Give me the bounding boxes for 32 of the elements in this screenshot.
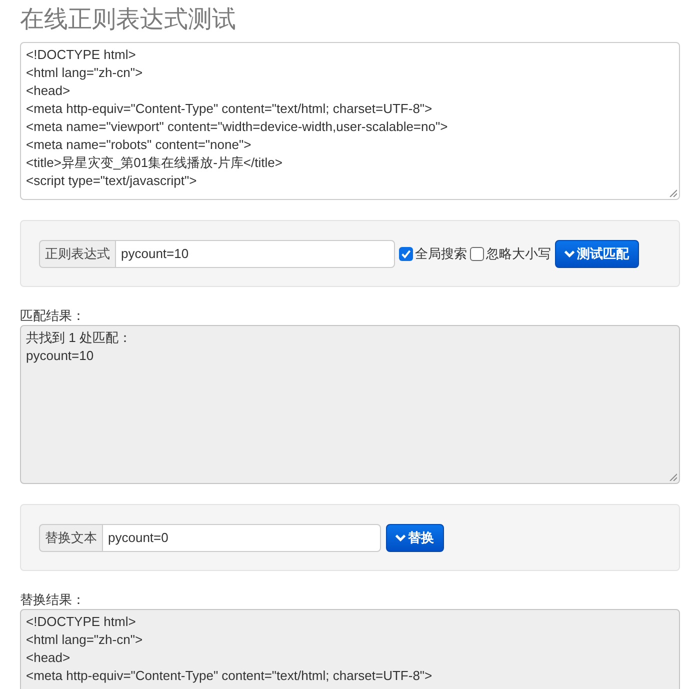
code-line: <script type="text/javascript">	[26, 172, 197, 190]
code-line: <meta name="viewport" content="width=device-width,user-scalable=no">	[26, 118, 448, 136]
checkbox[interactable]	[470, 246, 484, 260]
match-result-label: 匹配结果：	[20, 307, 85, 325]
code-line: <title>异星灾变_第01集在线播放-片库</title>	[26, 154, 282, 172]
result-line: <head>	[26, 649, 70, 667]
source-text-field[interactable]	[20, 42, 680, 200]
resize-grip-icon	[669, 189, 677, 197]
result-line: 共找到 1 处匹配：	[26, 329, 132, 347]
code-line: <html lang="zh-cn">	[26, 64, 143, 82]
replace-input[interactable]: pycount=0	[102, 524, 381, 552]
test-match-button[interactable]: 测试匹配	[555, 240, 639, 268]
page-title: 在线正则表达式测试	[20, 5, 236, 35]
replace-button[interactable]: 替换	[386, 524, 444, 552]
regex-input[interactable]: pycount=10	[115, 240, 395, 268]
checkbox[interactable]	[399, 246, 413, 260]
replace-result-label: 替换结果：	[20, 591, 85, 609]
result-line: pycount=10	[26, 347, 94, 365]
checkbox-label: 全局搜索	[415, 244, 467, 262]
replace-label: 替换文本	[39, 524, 102, 552]
code-line: <meta http-equiv="Content-Type" content="text/html; charset=UTF-8">	[26, 100, 432, 118]
chevron-down-icon	[564, 250, 575, 258]
checkbox-label: 忽略大小写	[486, 244, 551, 262]
code-line: <head>	[26, 82, 70, 100]
regex-label: 正则表达式	[39, 240, 115, 268]
code-line: <meta name="robots" content="none">	[26, 136, 252, 154]
code-line: <!DOCTYPE html>	[26, 46, 136, 64]
resize-grip-icon	[669, 473, 677, 481]
chevron-down-icon	[395, 534, 406, 542]
result-line: <meta http-equiv="Content-Type" content="text/html; charset=UTF-8">	[26, 667, 432, 685]
result-line: <!DOCTYPE html>	[26, 613, 136, 631]
result-line: <html lang="zh-cn">	[26, 631, 143, 649]
